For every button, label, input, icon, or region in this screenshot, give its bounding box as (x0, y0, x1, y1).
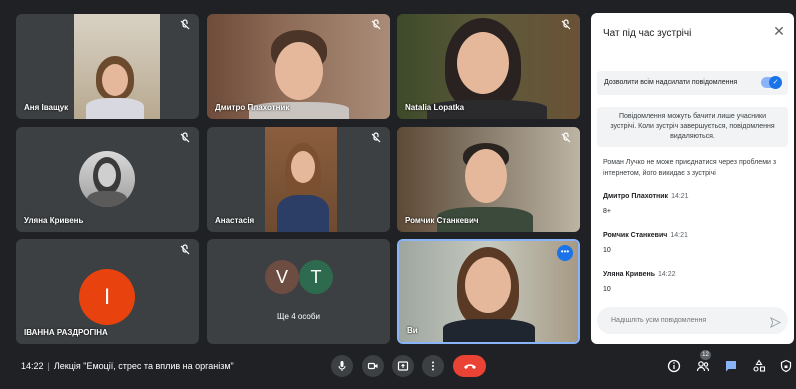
participant-name: ІВАННА РАЗДРОГІНА (24, 328, 108, 337)
allow-messages-label: Дозволити всім надсилати повідомлення (604, 79, 738, 86)
participant-tile-5[interactable]: Анастасія (207, 127, 390, 232)
mic-icon (338, 361, 346, 371)
more-options-button[interactable] (422, 355, 444, 377)
info-icon (667, 359, 681, 373)
message-time: 14:21 (671, 193, 689, 200)
mic-button[interactable] (331, 355, 353, 377)
chat-message: Дмитро Плахотник 14:21 8+ (603, 185, 783, 215)
participant-name: Аня Іващук (24, 103, 69, 112)
chat-icon (726, 361, 736, 372)
participant-tile-3[interactable]: Natalia Lopatka (397, 14, 580, 119)
participant-tile-2[interactable]: Дмитро Плахотник (207, 14, 390, 119)
shield-lock-icon (780, 359, 792, 373)
participant-name: Ви (407, 326, 418, 335)
mic-off-icon (560, 132, 572, 144)
message-text: 10 (603, 286, 611, 293)
message-sender: Уляна Кривень (603, 271, 655, 278)
camera-button[interactable] (362, 355, 384, 377)
avatar: T (299, 260, 333, 294)
more-options-icon[interactable]: ••• (557, 245, 573, 261)
self-view-tile[interactable]: ••• Ви (397, 239, 580, 344)
message-time: 14:22 (658, 271, 676, 278)
mic-off-icon (179, 19, 191, 31)
chat-button[interactable] (722, 357, 740, 375)
more-participants-label: Ще 4 особи (277, 312, 320, 321)
activities-button[interactable] (750, 357, 768, 375)
present-screen-icon (397, 361, 409, 371)
mic-off-icon (370, 132, 382, 144)
chat-input[interactable] (597, 307, 788, 334)
avatar (79, 151, 135, 207)
call-end-icon (463, 364, 476, 369)
close-icon[interactable]: ✕ (772, 24, 786, 38)
participants-count-badge: 12 (700, 350, 711, 360)
host-controls-button[interactable] (777, 357, 795, 375)
chat-title: Чат під час зустрічі (603, 28, 692, 39)
participant-tile-7[interactable]: І ІВАННА РАЗДРОГІНА (16, 239, 199, 344)
message-text: 8+ (603, 208, 611, 215)
more-participants-tile[interactable]: V T Ще 4 особи (207, 239, 390, 344)
avatar: І (79, 269, 135, 325)
chat-notice: Повідомлення можуть бачити лише учасники… (597, 107, 788, 147)
message-time: 14:21 (670, 232, 688, 239)
meeting-time: 14:22 (21, 361, 44, 371)
present-button[interactable] (392, 355, 414, 377)
meeting-title: Лекція "Емоції, стрес та вплив на органі… (53, 361, 234, 371)
participant-name: Natalia Lopatka (405, 103, 465, 112)
activities-icon (753, 359, 766, 372)
participant-tile-6[interactable]: Ромчик Станкевич (397, 127, 580, 232)
chat-message: Ромчик Станкевич 14:21 10 (603, 224, 783, 254)
message-text: 10 (603, 247, 611, 254)
check-icon: ✓ (769, 76, 782, 89)
participant-name: Ромчик Станкевич (405, 216, 479, 225)
meeting-details-button[interactable] (665, 357, 683, 375)
meeting-info: 14:22 | Лекція "Емоції, стрес та вплив на … (21, 361, 234, 371)
chat-panel: Чат під час зустрічі ✕ Дозволити всім на… (591, 13, 794, 344)
videocam-icon (367, 362, 378, 370)
mic-off-icon (560, 19, 572, 31)
mic-off-icon (179, 244, 191, 256)
message-sender: Дмитро Плахотник (603, 193, 669, 200)
participant-name: Дмитро Плахотник (215, 103, 290, 112)
allow-messages-row: Дозволити всім надсилати повідомлення ✓ (597, 71, 788, 95)
participant-tile-1[interactable]: Аня Іващук (16, 14, 199, 119)
system-message: Роман Лучко не може приєднатися через пр… (603, 159, 777, 177)
leave-call-button[interactable] (453, 355, 486, 377)
more-vert-icon (432, 361, 434, 371)
chat-message: Уляна Кривень 14:22 10 (603, 263, 783, 293)
people-icon (696, 361, 710, 372)
separator: | (47, 361, 50, 371)
mic-off-icon (179, 132, 191, 144)
participant-name: Анастасія (215, 216, 255, 225)
participant-name: Уляна Кривень (24, 216, 84, 225)
avatar: V (265, 260, 299, 294)
mic-off-icon (370, 19, 382, 31)
allow-messages-toggle[interactable]: ✓ (761, 76, 782, 89)
message-sender: Ромчик Станкевич (603, 232, 668, 239)
participant-tile-4[interactable]: Уляна Кривень (16, 127, 199, 232)
send-icon[interactable] (770, 315, 782, 329)
